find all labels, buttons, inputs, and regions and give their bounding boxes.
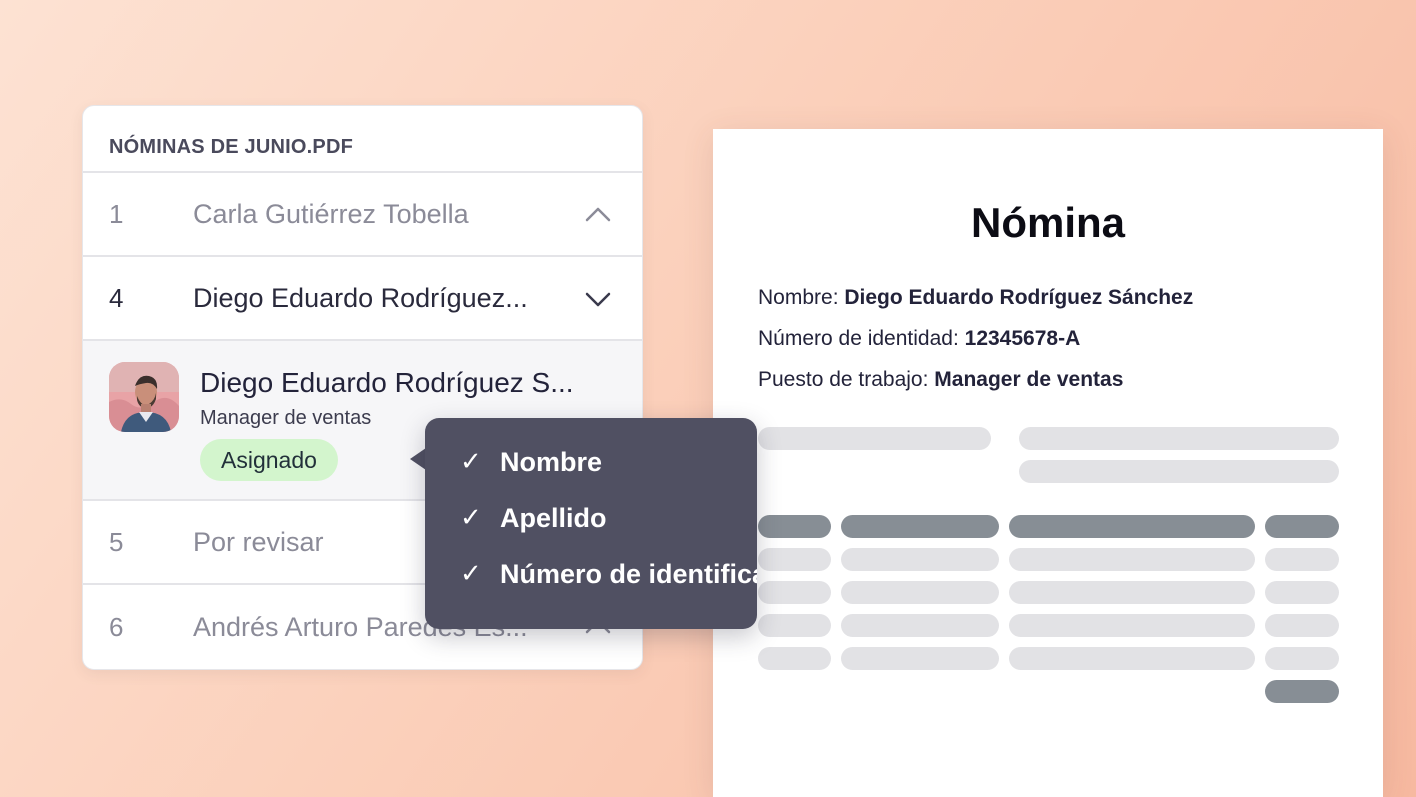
status-badge: Asignado: [200, 439, 338, 481]
document-title: Nómina: [970, 199, 1125, 246]
placeholder-table-cell: [1009, 581, 1255, 604]
chevron-up-icon[interactable]: [584, 201, 612, 229]
placeholder-table-cell: [1265, 581, 1339, 604]
tooltip-item-label: Apellido: [500, 502, 607, 533]
placeholder-table-cell: [1265, 647, 1339, 670]
placeholder-table-header: [758, 515, 831, 538]
row-name: Diego Eduardo Rodríguez...: [193, 282, 528, 313]
placeholder-table-cell: [758, 647, 831, 670]
row-name: Por revisar: [193, 526, 324, 557]
check-icon: ✓: [460, 559, 482, 589]
placeholder-table-cell: [841, 647, 999, 670]
field-label: Puesto de trabajo:: [758, 368, 935, 391]
field-label: Nombre:: [758, 286, 845, 309]
placeholder-total: [1265, 680, 1339, 703]
employee-role: Manager de ventas: [200, 407, 372, 429]
row-number: 6: [109, 611, 124, 642]
placeholder-table-cell: [841, 614, 999, 637]
list-item[interactable]: 1 Carla Gutiérrez Tobella: [83, 173, 642, 257]
placeholder-table-cell: [841, 581, 999, 604]
field-nombre: Nombre: Diego Eduardo Rodríguez Sánchez: [758, 286, 1193, 310]
placeholder-table-header: [841, 515, 999, 538]
check-icon: ✓: [460, 503, 482, 533]
placeholder-table-cell: [1009, 548, 1255, 571]
field-numero-identidad: Número de identidad: 12345678-A: [758, 327, 1080, 351]
placeholder-table-cell: [758, 548, 831, 571]
placeholder-table-header: [1009, 515, 1255, 538]
placeholder-table-cell: [1009, 614, 1255, 637]
tooltip-item: ✓ Apellido: [460, 498, 607, 538]
matched-fields-tooltip: ✓ Nombre ✓ Apellido ✓ Número de identifi…: [425, 418, 757, 629]
row-name: Carla Gutiérrez Tobella: [193, 198, 469, 229]
field-value: 12345678-A: [964, 327, 1081, 350]
chevron-down-icon[interactable]: [584, 285, 612, 313]
placeholder-table-cell: [841, 548, 999, 571]
placeholder-table-cell: [1265, 614, 1339, 637]
row-number: 1: [109, 198, 124, 229]
placeholder-table-cell: [758, 614, 831, 637]
field-puesto: Puesto de trabajo: Manager de ventas: [758, 368, 1123, 392]
employee-name: Diego Eduardo Rodríguez S...: [200, 367, 574, 398]
field-value: Diego Eduardo Rodríguez Sánchez: [844, 286, 1194, 309]
list-item-selected[interactable]: 4 Diego Eduardo Rodríguez...: [83, 257, 642, 341]
placeholder-table-cell: [1009, 647, 1255, 670]
panel-title: NÓMINAS DE JUNIO.PDF: [83, 106, 642, 173]
placeholder-line: [1019, 427, 1339, 450]
placeholder-table-cell: [1265, 548, 1339, 571]
row-number: 5: [109, 526, 124, 557]
check-icon: ✓: [460, 447, 482, 477]
field-value: Manager de ventas: [934, 368, 1124, 391]
tooltip-item-label: Nombre: [500, 446, 603, 477]
row-number: 4: [109, 282, 124, 313]
payslip-document: Nómina Nombre: Diego Eduardo Rodríguez S…: [713, 129, 1383, 797]
field-label: Número de identidad:: [758, 327, 965, 350]
placeholder-table-header: [1265, 515, 1339, 538]
placeholder-table-cell: [758, 581, 831, 604]
placeholder-line: [758, 427, 991, 450]
placeholder-line: [1019, 460, 1339, 483]
person-avatar-icon: [109, 362, 179, 432]
tooltip-arrow: [410, 448, 426, 470]
tooltip-item: ✓ Número de identificación: [460, 554, 757, 594]
tooltip-item-label: Número de identificación: [500, 558, 757, 589]
tooltip-item: ✓ Nombre: [460, 442, 602, 482]
